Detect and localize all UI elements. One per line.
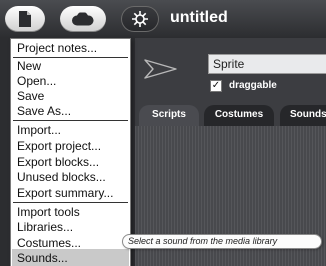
page-icon — [19, 11, 31, 27]
gear-icon — [132, 11, 148, 27]
menu-separator — [13, 202, 128, 203]
project-menu: Project notes... New Open... Save Save A… — [10, 38, 131, 266]
file-button[interactable] — [5, 6, 45, 32]
menu-item-import[interactable]: Import... — [17, 123, 61, 137]
menu-item-unused-blocks[interactable]: Unused blocks... — [17, 170, 106, 184]
menu-item-sounds[interactable]: Sounds... — [17, 251, 68, 265]
draggable-checkbox[interactable]: ✓ — [210, 80, 222, 92]
draggable-label: draggable — [229, 80, 277, 91]
project-title: untitled — [170, 9, 228, 26]
menu-item-export-summary[interactable]: Export summary... — [17, 186, 113, 200]
cloud-icon — [72, 12, 94, 26]
tab-costumes[interactable]: Costumes — [204, 105, 274, 126]
menu-item-libraries[interactable]: Libraries... — [17, 220, 73, 234]
tab-sounds[interactable]: Sounds — [280, 105, 326, 126]
sprite-name-field[interactable]: Sprite — [208, 54, 326, 74]
menu-item-import-tools[interactable]: Import tools — [17, 205, 80, 219]
arrowhead-icon — [144, 59, 177, 79]
tab-scripts[interactable]: Scripts — [139, 105, 199, 126]
menu-item-export-blocks[interactable]: Export blocks... — [17, 155, 99, 169]
top-bar: untitled — [0, 0, 326, 38]
menu-item-save[interactable]: Save — [17, 89, 44, 103]
menu-item-open[interactable]: Open... — [17, 74, 56, 88]
menu-item-new[interactable]: New — [17, 59, 41, 73]
menu-item-save-as[interactable]: Save As... — [17, 104, 71, 118]
sounds-tooltip: Select a sound from the media library — [122, 234, 322, 249]
cloud-button[interactable] — [60, 6, 106, 32]
menu-item-project-notes[interactable]: Project notes... — [17, 41, 97, 55]
menu-separator — [13, 120, 128, 121]
settings-button[interactable] — [121, 6, 159, 32]
menu-item-costumes[interactable]: Costumes... — [17, 236, 81, 250]
menu-item-export-project[interactable]: Export project... — [17, 139, 101, 153]
menu-separator — [13, 57, 128, 58]
